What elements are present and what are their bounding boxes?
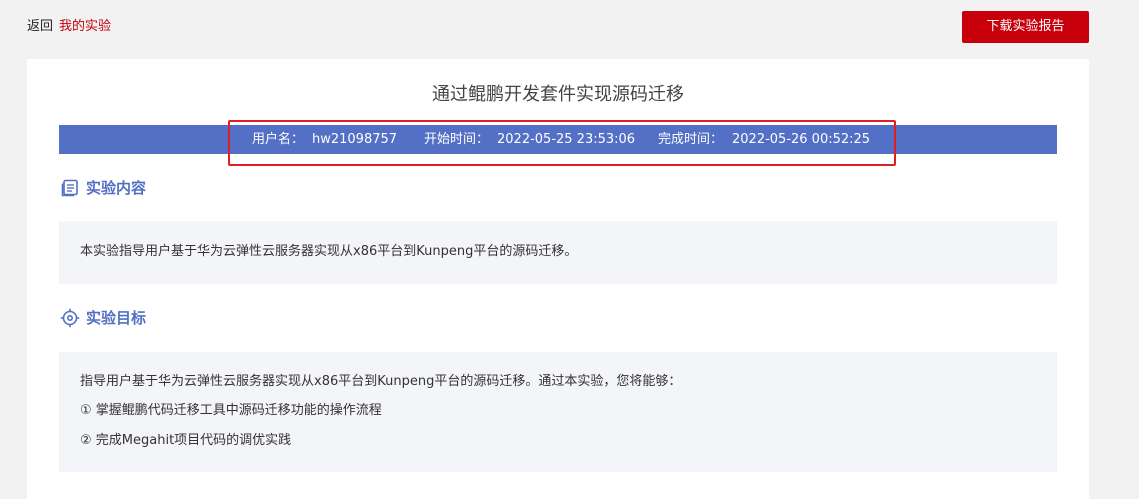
breadcrumb-my-experiments-link[interactable]: 我的实验: [59, 19, 111, 34]
experiment-card: 通过鲲鹏开发套件实现源码迁移 用户名： hw21098757 开始时间： 202…: [27, 59, 1089, 499]
section-goals-intro: 指导用户基于华为云弹性云服务器实现从x86平台到Kunpeng平台的源码迁移。通…: [80, 374, 682, 389]
experiment-title: 通过鲲鹏开发套件实现源码迁移: [432, 84, 684, 105]
highlight-annotation-box: [228, 120, 896, 166]
section-goals-panel: 指导用户基于华为云弹性云服务器实现从x86平台到Kunpeng平台的源码迁移。通…: [59, 352, 1057, 472]
goal-list-item: ② 完成Megahit项目代码的调优实践: [80, 433, 292, 448]
document-icon: [61, 179, 78, 197]
back-link[interactable]: 返回: [27, 19, 53, 34]
top-bar: 返回 我的实验 下载实验报告: [0, 0, 1139, 58]
download-report-button[interactable]: 下载实验报告: [962, 11, 1089, 43]
section-content-panel: 本实验指导用户基于华为云弹性云服务器实现从x86平台到Kunpeng平台的源码迁…: [59, 221, 1057, 284]
section-goals-title: 实验目标: [86, 309, 147, 327]
section-content-text: 本实验指导用户基于华为云弹性云服务器实现从x86平台到Kunpeng平台的源码迁…: [80, 244, 578, 259]
section-content-heading: 实验内容: [60, 177, 260, 199]
breadcrumb: 返回 我的实验: [27, 18, 111, 36]
target-icon: [60, 308, 80, 328]
section-content-title: 实验内容: [86, 179, 147, 197]
goal-list-item: ① 掌握鲲鹏代码迁移工具中源码迁移功能的操作流程: [80, 403, 382, 418]
section-goals-heading: 实验目标: [60, 307, 260, 329]
